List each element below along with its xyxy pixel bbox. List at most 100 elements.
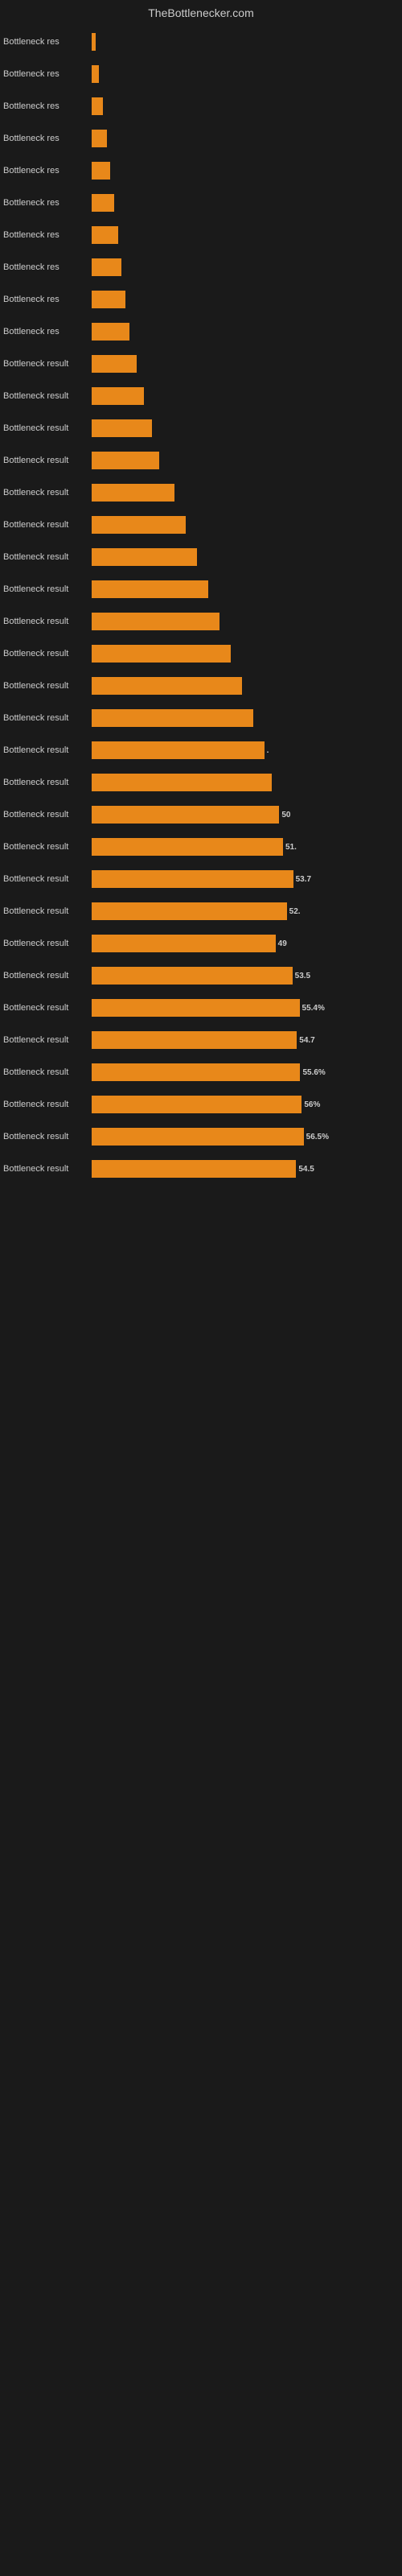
bar-row: Bottleneck result55.6% <box>0 1061 402 1084</box>
bar-row: Bottleneck result <box>0 610 402 633</box>
bar-fill <box>92 97 103 115</box>
bar-fill <box>92 194 114 212</box>
bar-row: Bottleneck result <box>0 353 402 375</box>
row-spacer <box>0 1150 402 1158</box>
bar-fill <box>92 516 186 534</box>
bar-row: Bottleneck result <box>0 546 402 568</box>
bar-label: Bottleneck result <box>3 939 92 948</box>
bar-fill <box>92 677 242 695</box>
bar-label: Bottleneck result <box>3 552 92 562</box>
bar-track: 50 <box>92 806 399 824</box>
row-spacer <box>0 151 402 159</box>
bar-fill <box>92 291 125 308</box>
bar-value-outside: 54.7 <box>299 1036 314 1045</box>
bar-track <box>92 452 399 469</box>
bar-track <box>92 387 399 405</box>
bar-row: Bottleneck result49 <box>0 932 402 955</box>
row-spacer <box>0 119 402 127</box>
bar-value-outside: 55.4% <box>302 1004 325 1013</box>
bar-fill <box>92 162 110 180</box>
row-spacer <box>0 795 402 803</box>
row-spacer <box>0 1053 402 1061</box>
bar-row: Bottleneck res <box>0 288 402 311</box>
bar-fill <box>92 130 107 147</box>
bar-track: 55.4% <box>92 999 399 1017</box>
bar-label: Bottleneck result <box>3 1132 92 1141</box>
bar-label: Bottleneck result <box>3 971 92 980</box>
bar-fill <box>92 645 231 663</box>
bar-label: Bottleneck res <box>3 262 92 272</box>
row-spacer <box>0 1085 402 1093</box>
bar-label: Bottleneck result <box>3 842 92 852</box>
bar-fill <box>92 548 197 566</box>
bar-value-outside: 56% <box>304 1100 320 1109</box>
bar-row: Bottleneck result <box>0 449 402 472</box>
bar-label: Bottleneck result <box>3 423 92 433</box>
bar-fill <box>92 419 152 437</box>
row-spacer <box>0 763 402 771</box>
bar-row: Bottleneck res <box>0 159 402 182</box>
row-spacer <box>0 538 402 546</box>
bar-fill <box>92 33 96 51</box>
bar-label: Bottleneck res <box>3 230 92 240</box>
bar-label: Bottleneck result <box>3 1164 92 1174</box>
row-spacer <box>0 55 402 63</box>
bar-fill <box>92 258 121 276</box>
bar-track: 51. <box>92 838 399 856</box>
bar-label: Bottleneck res <box>3 37 92 47</box>
bar-label: Bottleneck result <box>3 1100 92 1109</box>
bar-fill <box>92 387 144 405</box>
bar-fill <box>92 226 118 244</box>
bar-row: Bottleneck result <box>0 771 402 794</box>
bar-track <box>92 677 399 695</box>
bar-track <box>92 419 399 437</box>
bar-row: Bottleneck result <box>0 642 402 665</box>
bar-label: Bottleneck result <box>3 488 92 497</box>
bar-row: Bottleneck res <box>0 63 402 85</box>
chart-container: Bottleneck res Bottleneck res Bottleneck r… <box>0 23 402 1198</box>
row-spacer <box>0 280 402 288</box>
row-spacer <box>0 602 402 610</box>
bar-track <box>92 258 399 276</box>
bar-row: Bottleneck res <box>0 95 402 118</box>
bar-label: Bottleneck res <box>3 101 92 111</box>
bar-fill <box>92 870 293 888</box>
bar-track: 53.7 <box>92 870 399 888</box>
row-spacer <box>0 473 402 481</box>
bar-value-outside: 56.5% <box>306 1133 329 1141</box>
row-spacer <box>0 216 402 224</box>
bar-row: Bottleneck result <box>0 417 402 440</box>
bar-track <box>92 548 399 566</box>
bar-label: Bottleneck result <box>3 874 92 884</box>
bar-fill <box>92 999 300 1017</box>
bar-fill <box>92 709 253 727</box>
bar-row: Bottleneck res <box>0 320 402 343</box>
row-spacer <box>0 184 402 192</box>
bar-track <box>92 613 399 630</box>
bar-row: Bottleneck result54.7 <box>0 1029 402 1051</box>
bar-row: Bottleneck result <box>0 578 402 601</box>
row-spacer <box>0 860 402 868</box>
bar-track <box>92 355 399 373</box>
bar-fill <box>92 355 137 373</box>
bar-fill <box>92 1128 304 1146</box>
row-spacer <box>0 634 402 642</box>
row-spacer <box>0 989 402 997</box>
bar-track: 54.5 <box>92 1160 399 1178</box>
bar-label: Bottleneck result <box>3 456 92 465</box>
bar-track: 55.6% <box>92 1063 399 1081</box>
row-spacer <box>0 924 402 932</box>
bar-row: Bottleneck res <box>0 192 402 214</box>
row-spacer <box>0 956 402 964</box>
bar-label: Bottleneck result <box>3 1003 92 1013</box>
bar-fill <box>92 65 99 83</box>
bar-fill <box>92 902 287 920</box>
row-spacer <box>0 667 402 675</box>
bar-track: 54.7 <box>92 1031 399 1049</box>
bar-label: Bottleneck result <box>3 649 92 658</box>
row-spacer <box>0 828 402 836</box>
row-spacer <box>0 409 402 417</box>
bar-fill <box>92 1063 300 1081</box>
bar-row: Bottleneck result <box>0 675 402 697</box>
bar-label: Bottleneck res <box>3 327 92 336</box>
